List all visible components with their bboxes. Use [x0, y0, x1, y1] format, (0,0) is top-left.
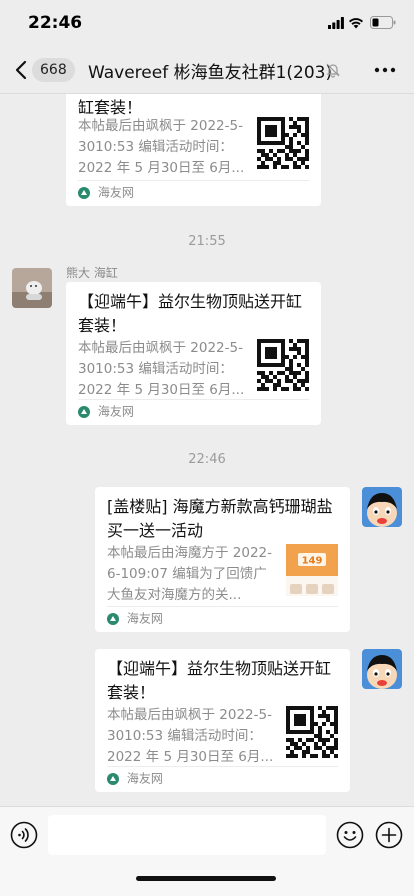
card-source-label: 海友网: [126, 611, 163, 626]
voice-icon[interactable]: [10, 821, 38, 849]
battery-icon: [370, 16, 396, 29]
card-description: 本帖最后由飒枫于 2022-5-3010:53 编辑活动时间：2022 年 5 …: [78, 118, 245, 176]
avatar[interactable]: [12, 268, 52, 308]
haiyou-logo-icon: [78, 186, 90, 199]
chevron-left-icon[interactable]: [12, 59, 32, 81]
time-divider: 21:55: [188, 234, 226, 249]
card-description: 本帖最后由海魔方于 2022-6-109:07 编辑为了回馈广大鱼友对海魔方的关…: [107, 545, 273, 603]
card-title: 【迎端午】益尔生物顶贴送开缸套装！: [107, 659, 332, 702]
product-thumbnail: 149: [286, 544, 338, 596]
card-description: 本帖最后由飒枫于 2022-5-3010:53 编辑活动时间：2022 年 5 …: [107, 707, 274, 765]
message-input[interactable]: [48, 815, 326, 855]
haiyou-logo-icon: [78, 405, 90, 418]
card-source: 海友网: [107, 770, 163, 786]
card-title: 【迎端午】益尔生物顶贴送开缸套装！: [78, 292, 303, 335]
link-card-message[interactable]: 【迎端午】益尔生物顶贴送开缸套装！ 本帖最后由飒枫于 2022-5-3010:5…: [95, 649, 350, 792]
card-source-label: 海友网: [126, 771, 163, 786]
avatar[interactable]: [362, 649, 402, 689]
qr-code-thumbnail: [286, 706, 338, 758]
card-source: 海友网: [107, 610, 163, 626]
unread-count-badge[interactable]: 668: [32, 58, 75, 82]
qr-code-thumbnail: [257, 339, 309, 391]
haiyou-logo-icon: [107, 772, 119, 785]
card-source: 海友网: [78, 184, 134, 200]
plus-icon[interactable]: [375, 821, 403, 849]
card-source-label: 海友网: [97, 404, 134, 419]
sender-name: 熊大 海缸: [66, 266, 118, 280]
qr-code-thumbnail: [257, 117, 309, 169]
chat-header: 668 Wavereef 彬海鱼友社群1(203): [0, 46, 414, 94]
card-divider: [107, 766, 338, 767]
status-bar: 22:46: [0, 0, 414, 46]
wifi-icon: [349, 18, 363, 29]
card-divider: [78, 399, 309, 400]
time-divider: 22:46: [188, 452, 226, 467]
chat-title: Wavereef 彬海鱼友社群1(203): [88, 63, 333, 83]
emoji-icon[interactable]: [336, 821, 364, 849]
message-list[interactable]: 缸套装！ 本帖最后由飒枫于 2022-5-3010:53 编辑活动时间：2022…: [0, 94, 414, 806]
home-indicator: [136, 876, 276, 881]
card-divider: [107, 606, 338, 607]
signal-icon: [328, 17, 344, 29]
haiyou-logo-icon: [107, 612, 119, 625]
card-divider: [78, 180, 309, 181]
card-source-label: 海友网: [97, 185, 134, 200]
link-card-message[interactable]: 缸套装！ 本帖最后由飒枫于 2022-5-3010:53 编辑活动时间：2022…: [66, 94, 321, 206]
link-card-message[interactable]: 【迎端午】益尔生物顶贴送开缸套装！ 本帖最后由飒枫于 2022-5-3010:5…: [66, 282, 321, 425]
link-card-message[interactable]: [盖楼贴] 海魔方新款高钙珊瑚盐买一送一活动 本帖最后由海魔方于 2022-6-…: [95, 487, 350, 632]
thumb-badge-text: 149: [302, 556, 323, 567]
avatar[interactable]: [362, 487, 402, 527]
input-bar: [0, 806, 414, 896]
card-title: [盖楼贴] 海魔方新款高钙珊瑚盐买一送一活动: [107, 497, 333, 540]
card-source: 海友网: [78, 403, 134, 419]
more-dots-icon[interactable]: [374, 67, 396, 73]
card-description: 本帖最后由飒枫于 2022-5-3010:53 编辑活动时间：2022 年 5 …: [78, 340, 245, 398]
bell-slash-icon: [326, 63, 340, 78]
status-time: 22:46: [28, 13, 83, 33]
